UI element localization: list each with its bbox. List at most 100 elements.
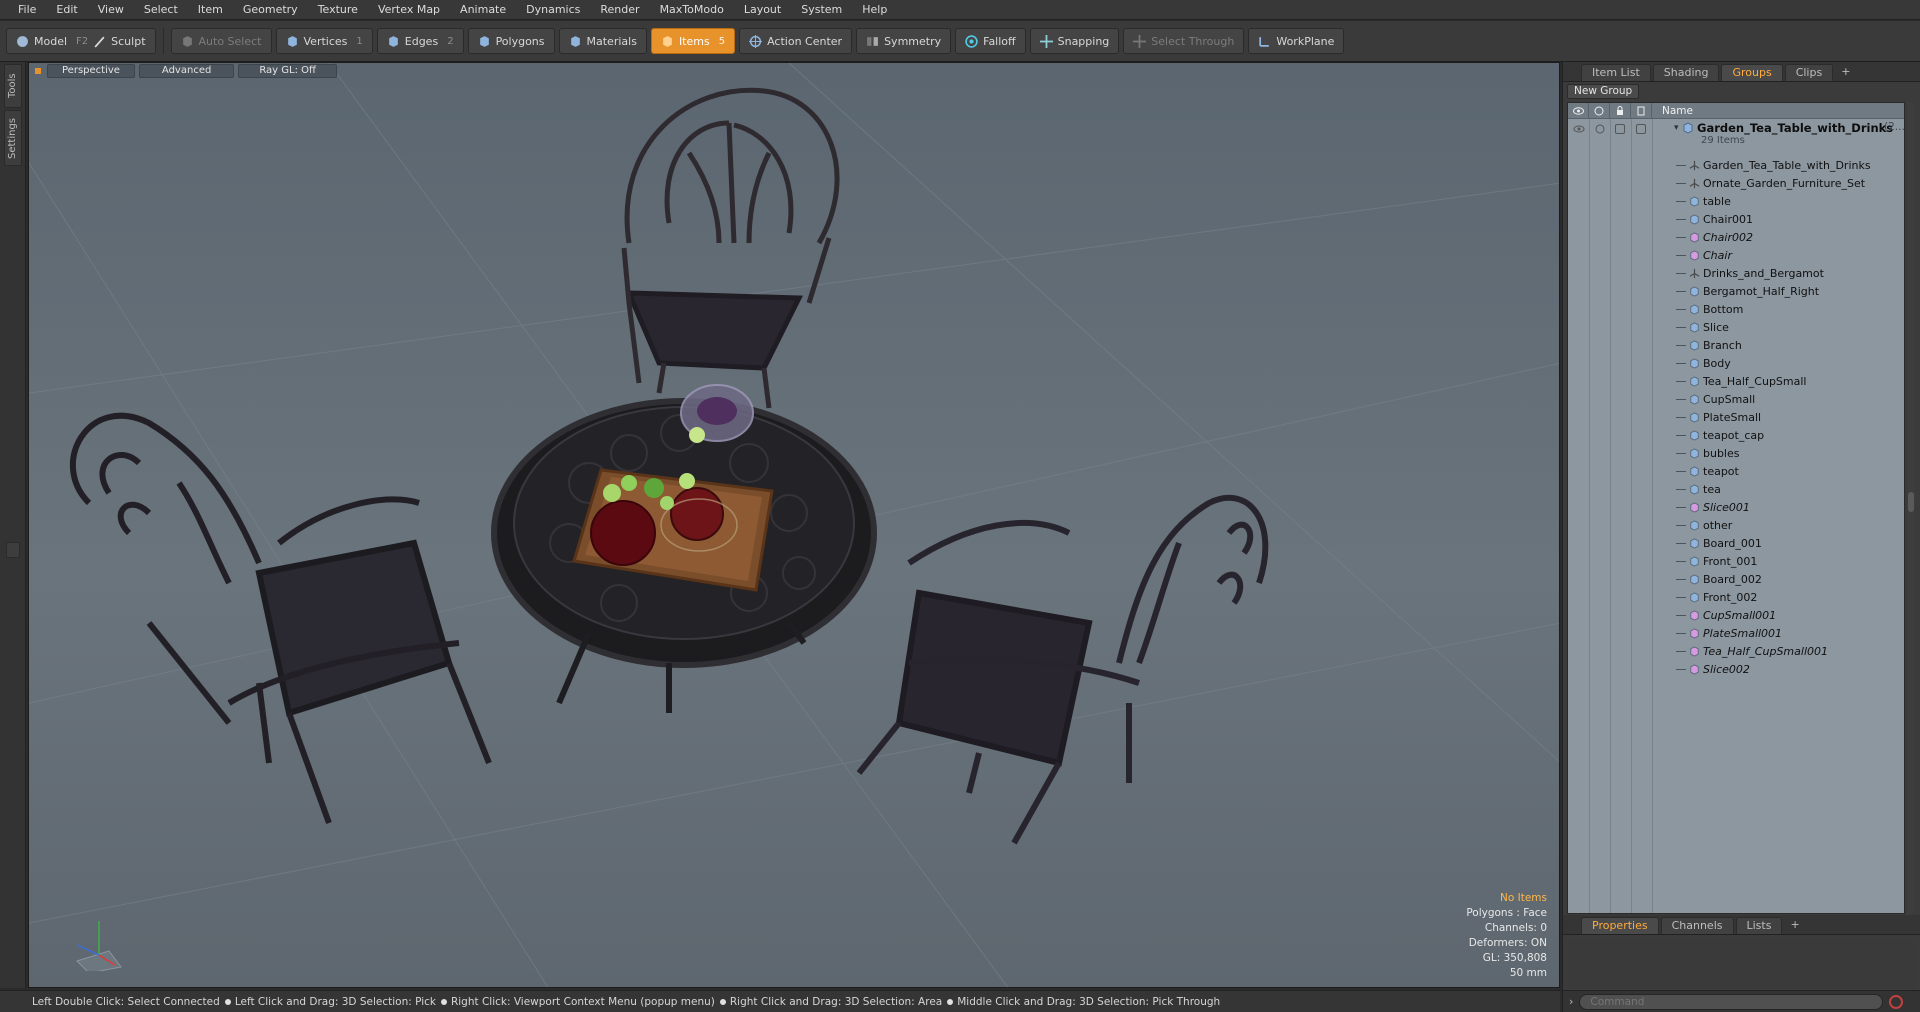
tree-scrollbar[interactable]: [1907, 102, 1915, 914]
tree-item-row[interactable]: Board_001: [1568, 535, 1904, 553]
shading-mode-button[interactable]: Advanced: [138, 64, 235, 78]
viewport-menu-icon[interactable]: [35, 68, 41, 74]
menu-select[interactable]: Select: [134, 0, 188, 20]
items-button[interactable]: Items 5: [650, 28, 736, 54]
collapse-handle[interactable]: [6, 542, 20, 558]
tree-header: Name: [1568, 103, 1904, 119]
menu-texture[interactable]: Texture: [308, 0, 368, 20]
tree-item-row[interactable]: Chair: [1568, 247, 1904, 265]
tab-properties[interactable]: Properties: [1581, 917, 1659, 934]
add-tab-button[interactable]: +: [1835, 64, 1856, 81]
edges-button[interactable]: Edges 2: [376, 28, 464, 54]
settings-side-tab[interactable]: Settings: [4, 110, 22, 166]
menu-maxtomodo[interactable]: MaxToModo: [650, 0, 734, 20]
eye-icon[interactable]: [1573, 125, 1585, 133]
tree-item-row[interactable]: other: [1568, 517, 1904, 535]
visibility-column-icon[interactable]: [1568, 103, 1589, 119]
lock-column-icon[interactable]: [1610, 103, 1631, 119]
bottom-tabs: Properties Channels Lists +: [1563, 915, 1920, 935]
tree-item-row[interactable]: tea: [1568, 481, 1904, 499]
menu-file[interactable]: File: [8, 0, 46, 20]
tree-item-row[interactable]: Body: [1568, 355, 1904, 373]
tree-item-row[interactable]: CupSmall: [1568, 391, 1904, 409]
select-through-button[interactable]: Select Through: [1123, 28, 1245, 54]
tree-item-row[interactable]: Garden_Tea_Table_with_Drinks: [1568, 157, 1904, 175]
tab-channels[interactable]: Channels: [1660, 917, 1734, 934]
materials-button[interactable]: Materials: [558, 28, 647, 54]
tree-item-row[interactable]: CupSmall001: [1568, 607, 1904, 625]
tree-item-row[interactable]: Board_002: [1568, 571, 1904, 589]
sculpt-label[interactable]: Sculpt: [111, 35, 145, 48]
menu-geometry[interactable]: Geometry: [233, 0, 308, 20]
menu-animate[interactable]: Animate: [450, 0, 516, 20]
tree-item-row[interactable]: Drinks_and_Bergamot: [1568, 265, 1904, 283]
action-center-button[interactable]: Action Center: [739, 28, 853, 54]
new-group-button[interactable]: New Group: [1567, 83, 1640, 99]
tab-shading[interactable]: Shading: [1652, 64, 1720, 81]
raygl-button[interactable]: Ray GL: Off: [238, 64, 337, 78]
3d-viewport[interactable]: Perspective Advanced Ray GL: Off No Item…: [28, 62, 1560, 988]
menu-render[interactable]: Render: [590, 0, 649, 20]
menu-edit[interactable]: Edit: [46, 0, 87, 20]
select-column-icon[interactable]: [1631, 103, 1652, 119]
tree-item-row[interactable]: Chair001: [1568, 211, 1904, 229]
render-toggle-icon[interactable]: [1595, 124, 1605, 134]
command-input[interactable]: [1579, 993, 1884, 1010]
polygons-button[interactable]: Polygons: [467, 28, 555, 54]
tab-lists[interactable]: Lists: [1735, 917, 1783, 934]
menu-item[interactable]: Item: [188, 0, 233, 20]
auto-select-button[interactable]: Auto Select: [170, 28, 272, 54]
tree-item-row[interactable]: bubles: [1568, 445, 1904, 463]
tree-item-row[interactable]: teapot: [1568, 463, 1904, 481]
status-bullet: [440, 998, 447, 1005]
tree-item-row[interactable]: Bottom: [1568, 301, 1904, 319]
menu-layout[interactable]: Layout: [734, 0, 791, 20]
tree-item-row[interactable]: Branch: [1568, 337, 1904, 355]
lock-checkbox[interactable]: [1615, 124, 1625, 134]
symmetry-button[interactable]: Symmetry: [856, 28, 952, 54]
select-checkbox[interactable]: [1636, 124, 1646, 134]
tree-item-row[interactable]: Front_002: [1568, 589, 1904, 607]
menu-help[interactable]: Help: [852, 0, 897, 20]
model-button[interactable]: Model F2 Sculpt: [6, 28, 156, 54]
tree-item-label: PlateSmall001: [1703, 627, 1783, 640]
tab-item-list[interactable]: Item List: [1581, 64, 1651, 81]
edges-hotkey: 2: [447, 35, 454, 47]
tab-clips[interactable]: Clips: [1784, 64, 1834, 81]
falloff-button[interactable]: Falloff: [955, 28, 1026, 54]
menu-dynamics[interactable]: Dynamics: [516, 0, 590, 20]
tab-groups[interactable]: Groups: [1721, 64, 1783, 81]
collapse-arrow-icon[interactable]: ▾: [1674, 123, 1679, 133]
tree-item-row[interactable]: Chair002: [1568, 229, 1904, 247]
tree-item-row[interactable]: Slice002: [1568, 661, 1904, 679]
menu-view[interactable]: View: [88, 0, 134, 20]
tree-item-row[interactable]: Tea_Half_CupSmall001: [1568, 643, 1904, 661]
tools-side-tab[interactable]: Tools: [4, 64, 22, 108]
tree-item-row[interactable]: Ornate_Garden_Furniture_Set: [1568, 175, 1904, 193]
vertices-button[interactable]: Vertices 1: [275, 28, 373, 54]
tree-scroll-thumb[interactable]: [1908, 492, 1914, 512]
tree-item-row[interactable]: PlateSmall: [1568, 409, 1904, 427]
tree-item-row[interactable]: Tea_Half_CupSmall: [1568, 373, 1904, 391]
instance-mesh-icon: [1690, 628, 1699, 639]
tree-item-row[interactable]: Bergamot_Half_Right: [1568, 283, 1904, 301]
view-type-button[interactable]: Perspective: [47, 64, 135, 78]
add-bottom-tab-button[interactable]: +: [1784, 917, 1805, 934]
tree-item-row[interactable]: Front_001: [1568, 553, 1904, 571]
menu-vertex-map[interactable]: Vertex Map: [368, 0, 450, 20]
tree-item-row[interactable]: PlateSmall001: [1568, 625, 1904, 643]
render-column-icon[interactable]: [1589, 103, 1610, 119]
polygons-label: Polygons: [495, 34, 545, 48]
snapping-button[interactable]: Snapping: [1029, 28, 1120, 54]
select-through-icon: [1133, 34, 1147, 48]
tree-item-row[interactable]: teapot_cap: [1568, 427, 1904, 445]
workplane-button[interactable]: WorkPlane: [1248, 28, 1345, 54]
vertices-hotkey: 1: [356, 35, 363, 47]
tree-branch-line: [1676, 183, 1686, 184]
tree-item-row[interactable]: Slice001: [1568, 499, 1904, 517]
record-icon[interactable]: [1889, 994, 1904, 1009]
tree-item-row[interactable]: Slice: [1568, 319, 1904, 337]
tree-root-group[interactable]: ▾ Garden_Tea_Table_with_Drinks (2... 29 …: [1568, 119, 1904, 157]
menu-system[interactable]: System: [791, 0, 852, 20]
tree-item-row[interactable]: table: [1568, 193, 1904, 211]
